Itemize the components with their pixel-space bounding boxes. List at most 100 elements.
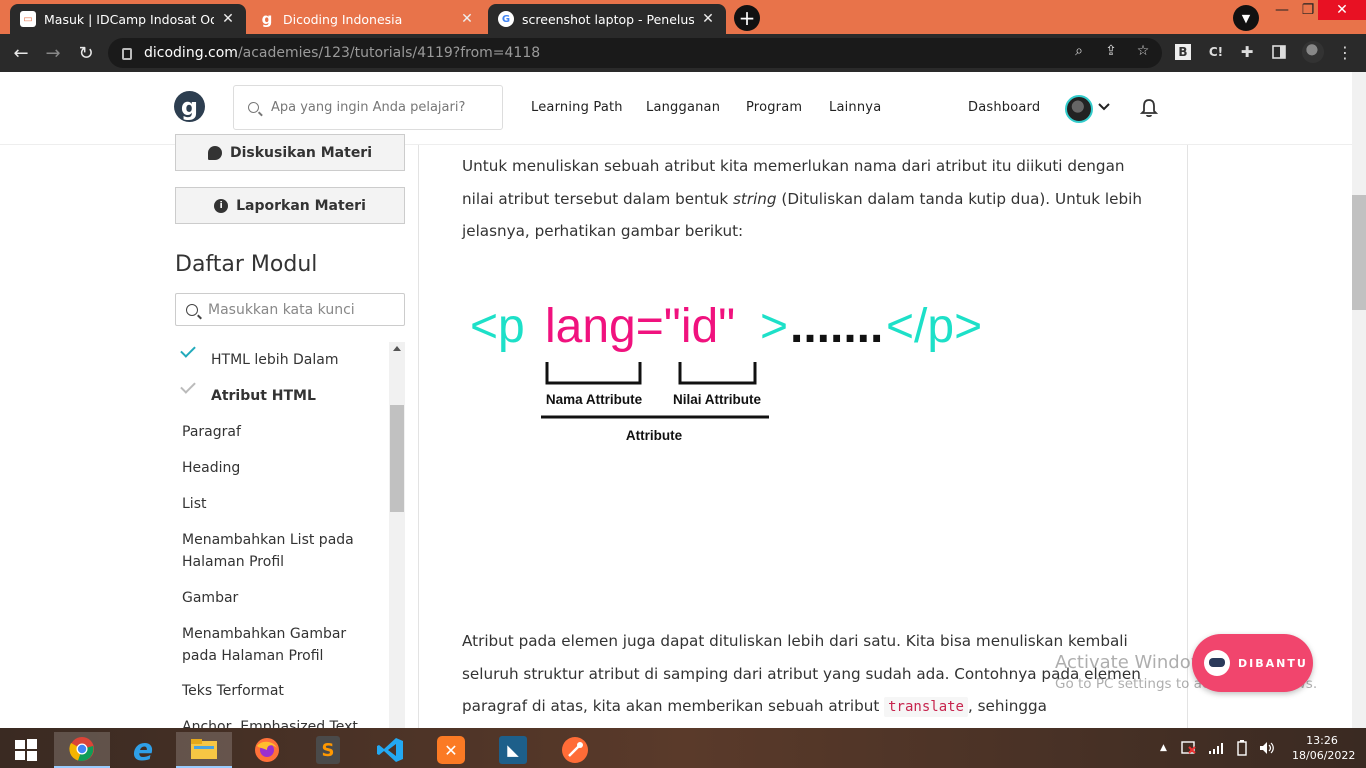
checkmark-icon (180, 342, 196, 358)
dibantu-help-button[interactable]: DIBANTU (1192, 634, 1313, 692)
notification-bell-icon[interactable] (1139, 98, 1159, 118)
open-tag-text: <p (470, 300, 525, 353)
search-icon (248, 102, 259, 113)
nav-dashboard[interactable]: Dashboard (968, 100, 1040, 115)
help-label: DIBANTU (1238, 656, 1308, 670)
browser-tab-bar: ▭ Masuk | IDCamp Indosat Ooredo ✕ g Dico… (0, 0, 1366, 34)
module-item[interactable]: Menambahkan List pada Halaman Profil (182, 530, 362, 573)
site-search-input[interactable]: Apa yang ingin Anda pelajari? (233, 85, 503, 130)
keyword-placeholder: Masukkan kata kunci (208, 301, 355, 318)
new-tab-button[interactable]: + (734, 5, 760, 31)
search-icon (186, 303, 198, 316)
tab-title: Dicoding Indonesia (283, 11, 403, 27)
module-item-current[interactable]: Atribut HTML (211, 386, 405, 408)
side-panel-icon[interactable] (1270, 43, 1288, 61)
inline-code: translate (884, 697, 968, 718)
tab-idcamp[interactable]: ▭ Masuk | IDCamp Indosat Ooredo ✕ (10, 4, 246, 34)
tray-expand-icon[interactable]: ▲ (1160, 743, 1167, 753)
postman-icon[interactable] (552, 732, 598, 768)
action-center-icon[interactable] (1181, 741, 1197, 755)
diskusi-materi-button[interactable]: Diskusikan Materi (175, 134, 405, 171)
xampp-icon[interactable]: ✕ (428, 732, 474, 768)
tab-title: Masuk | IDCamp Indosat Ooredo (44, 11, 214, 27)
nav-lainnya[interactable]: Lainnya (829, 100, 881, 115)
profile-avatar-icon[interactable] (1302, 41, 1324, 63)
url-path: /academies/123/tutorials/4119?from=4118 (237, 45, 541, 61)
mysql-workbench-icon[interactable]: ◣ (490, 732, 536, 768)
zoom-icon[interactable]: ⌕ (1070, 43, 1088, 61)
extensions-puzzle-icon[interactable]: ✚ (1238, 43, 1256, 61)
module-list-scrollbar[interactable] (389, 342, 405, 728)
scroll-up-arrow-icon[interactable] (393, 346, 401, 351)
page-scroll-thumb[interactable] (1352, 195, 1366, 310)
ie-icon[interactable]: e (120, 732, 166, 768)
url-host: dicoding.com (144, 45, 238, 61)
reload-icon[interactable]: ↻ (75, 42, 97, 64)
tab-title: screenshot laptop - Penelusuran (522, 11, 694, 27)
more-menu-icon[interactable]: ⋮ (1336, 43, 1354, 62)
tab-search-button[interactable]: ▼ (1233, 5, 1259, 31)
dicoding-logo[interactable]: g (174, 91, 205, 122)
info-icon: i (214, 198, 229, 213)
module-item[interactable]: Teks Terformat (182, 681, 382, 703)
clock-time: 13:26 (1306, 734, 1338, 747)
dicoding-icon: g (261, 10, 273, 28)
module-item[interactable]: Anchor, Emphasized Text (182, 717, 382, 728)
address-bar[interactable]: dicoding.com/academies/123/tutorials/411… (108, 38, 1162, 68)
close-window-icon[interactable]: ✕ (1318, 0, 1366, 20)
back-arrow-icon[interactable]: ← (10, 42, 32, 64)
share-icon[interactable]: ⇪ (1102, 43, 1120, 61)
label-attribute: Attribute (626, 428, 683, 443)
page-scrollbar[interactable] (1352, 72, 1366, 728)
user-avatar[interactable] (1065, 95, 1093, 123)
dots-text: ....... (790, 300, 883, 353)
lock-icon (122, 48, 132, 60)
firefox-icon[interactable] (244, 732, 290, 768)
battery-icon[interactable] (1237, 740, 1247, 756)
end-tag-text: </p> (886, 300, 982, 353)
module-list-scroll-thumb[interactable] (390, 405, 404, 512)
browser-toolbar: ← → ↻ dicoding.com/academies/123/tutoria… (0, 34, 1366, 72)
google-icon: G (498, 11, 514, 27)
laporkan-materi-button[interactable]: i Laporkan Materi (175, 187, 405, 224)
sublime-icon[interactable]: S (305, 732, 351, 768)
search-placeholder: Apa yang ingin Anda pelajari? (271, 100, 466, 115)
module-item[interactable]: Paragraf (182, 422, 382, 444)
tab-google[interactable]: G screenshot laptop - Penelusuran ✕ (488, 4, 726, 34)
close-tab-icon[interactable]: ✕ (220, 11, 236, 27)
taskbar-clock[interactable]: 13:26 18/06/2022 (1292, 733, 1356, 763)
attribute-diagram: <p lang="id" > ....... </p> Nama Attribu… (462, 290, 1022, 460)
close-tab-icon[interactable]: ✕ (459, 11, 475, 27)
nav-learning-path[interactable]: Learning Path (531, 100, 623, 115)
chrome-icon[interactable] (54, 732, 110, 768)
tab-dicoding[interactable]: g Dicoding Indonesia ✕ (249, 4, 485, 34)
module-item[interactable]: Gambar (182, 588, 382, 610)
module-item[interactable]: Heading (182, 458, 382, 480)
extension-c-icon[interactable]: C! (1207, 43, 1225, 61)
windows-start-icon[interactable] (3, 732, 49, 768)
chevron-down-icon[interactable] (1098, 100, 1110, 114)
chat-bubble-icon (207, 145, 222, 160)
extension-b-icon[interactable]: B (1175, 44, 1191, 60)
nav-langganan[interactable]: Langganan (646, 100, 720, 115)
bookmark-star-icon[interactable]: ☆ (1134, 43, 1152, 61)
label-nilai-attribute: Nilai Attribute (673, 392, 761, 407)
file-explorer-icon[interactable] (176, 732, 232, 768)
vscode-icon[interactable] (367, 732, 413, 768)
module-item[interactable]: List (182, 494, 382, 516)
module-item[interactable]: HTML lebih Dalam (211, 350, 405, 372)
close-bracket-text: > (760, 300, 788, 353)
forward-arrow-icon[interactable]: → (42, 42, 64, 64)
system-tray: ▲ (1160, 728, 1275, 768)
activate-windows-title: Activate Windows (1055, 652, 1215, 673)
idcamp-icon: ▭ (20, 11, 36, 27)
button-label: Diskusikan Materi (229, 144, 373, 161)
name-bracket (545, 362, 642, 385)
close-tab-icon[interactable]: ✕ (700, 11, 716, 27)
clock-date: 18/06/2022 (1292, 749, 1356, 762)
module-item[interactable]: Menambahkan Gambar pada Halaman Profil (182, 624, 362, 667)
nav-program[interactable]: Program (746, 100, 802, 115)
network-signal-icon[interactable] (1208, 742, 1225, 754)
module-search-input[interactable]: Masukkan kata kunci (175, 293, 405, 326)
volume-icon[interactable] (1259, 741, 1275, 755)
